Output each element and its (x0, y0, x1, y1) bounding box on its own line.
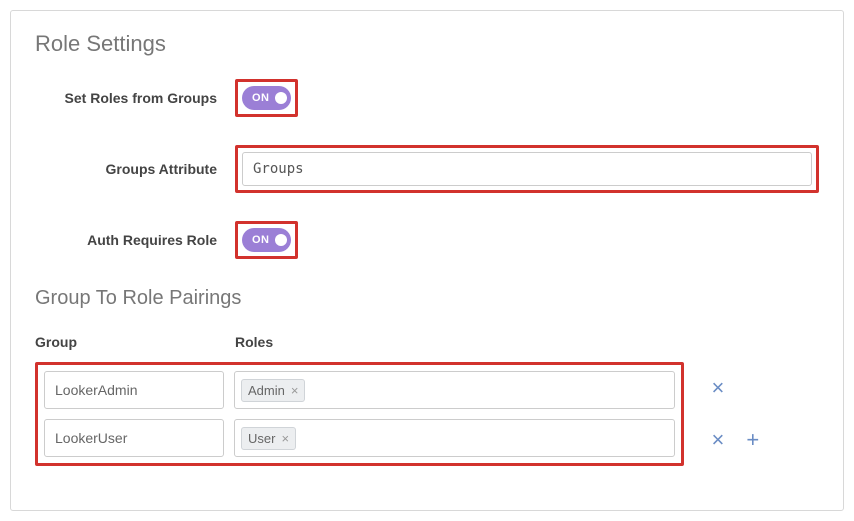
set-roles-from-groups-label: Set Roles from Groups (35, 90, 235, 106)
pairings-area: Admin × User × × × (35, 362, 819, 466)
role-settings-panel: Role Settings Set Roles from Groups ON G… (10, 10, 844, 511)
col-header-group: Group (35, 334, 235, 350)
action-row: × + (712, 416, 819, 464)
remove-tag-icon[interactable]: × (281, 431, 289, 446)
delete-row-icon[interactable]: × (712, 377, 725, 399)
pairings-header: Group Roles (35, 334, 819, 362)
groups-attribute-row: Groups Attribute (35, 145, 819, 193)
highlight-pairings: Admin × User × (35, 362, 684, 466)
pairing-row: User × (44, 419, 675, 457)
group-name-input[interactable] (44, 419, 224, 457)
row-actions: × × + (684, 362, 819, 466)
group-name-input[interactable] (44, 371, 224, 409)
set-roles-from-groups-toggle[interactable]: ON (242, 86, 291, 110)
delete-row-icon[interactable]: × (712, 429, 725, 451)
auth-requires-role-label: Auth Requires Role (35, 232, 235, 248)
pairings-title: Group To Role Pairings (35, 287, 819, 310)
action-row: × (712, 364, 819, 412)
highlight-groups-attribute (235, 145, 819, 193)
pairing-row: Admin × (44, 371, 675, 409)
toggle-knob-icon (275, 92, 287, 104)
set-roles-from-groups-row: Set Roles from Groups ON (35, 79, 819, 117)
groups-attribute-label: Groups Attribute (35, 161, 235, 177)
highlight-auth-requires-role: ON (235, 221, 298, 259)
toggle-on-label: ON (252, 92, 270, 104)
auth-requires-role-toggle[interactable]: ON (242, 228, 291, 252)
section-title: Role Settings (35, 31, 819, 57)
groups-attribute-input[interactable] (242, 152, 812, 186)
roles-multiselect[interactable]: Admin × (234, 371, 675, 409)
remove-tag-icon[interactable]: × (291, 383, 299, 398)
role-tag: Admin × (241, 379, 305, 402)
auth-requires-role-row: Auth Requires Role ON (35, 221, 819, 259)
highlight-set-roles: ON (235, 79, 298, 117)
role-tag: User × (241, 427, 296, 450)
role-tag-label: Admin (248, 383, 285, 398)
toggle-knob-icon (275, 234, 287, 246)
role-tag-label: User (248, 431, 275, 446)
roles-multiselect[interactable]: User × (234, 419, 675, 457)
toggle-on-label: ON (252, 234, 270, 246)
add-row-icon[interactable]: + (746, 429, 759, 451)
col-header-roles: Roles (235, 334, 819, 350)
